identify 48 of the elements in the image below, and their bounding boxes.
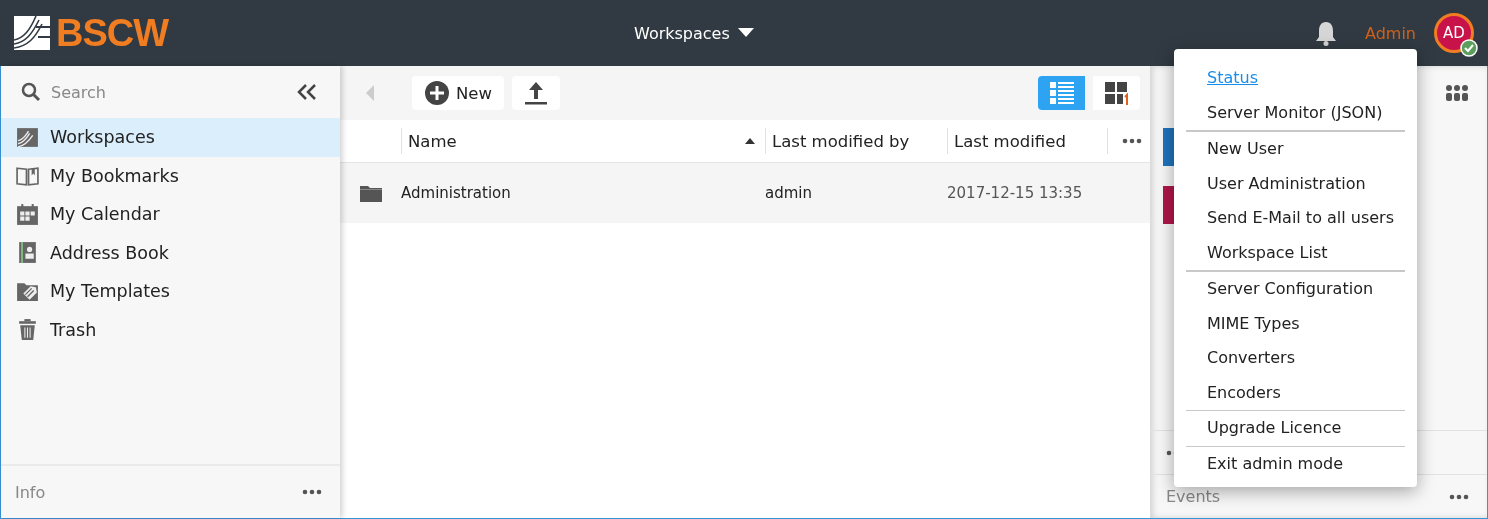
sort-icon [745, 138, 755, 144]
list-icon [1048, 81, 1075, 105]
people-icon[interactable] [1445, 83, 1469, 103]
sidebar-item[interactable]: My Bookmarks [1, 156, 340, 195]
menu-item[interactable]: Encoders [1186, 375, 1405, 410]
menu-item[interactable]: Send E-Mail to all users [1186, 201, 1405, 236]
more-icon[interactable] [1449, 493, 1469, 500]
grid-icon [1103, 81, 1130, 105]
menu-item[interactable]: Converters [1186, 341, 1405, 376]
logo-text[interactable]: BSCW [56, 11, 169, 55]
more-icon[interactable] [302, 489, 322, 495]
table-cell: admin [765, 184, 812, 202]
sidebar-item[interactable]: Workspaces [1, 118, 340, 157]
collapse-icon[interactable] [296, 83, 318, 101]
tile[interactable] [1163, 128, 1175, 166]
sidebar-item[interactable]: Trash [1, 310, 340, 349]
menu-item[interactable]: New User [1186, 132, 1405, 167]
list-view-button[interactable] [1038, 76, 1085, 110]
sidebar-item[interactable]: My Calendar [1, 195, 340, 234]
search-icon [21, 82, 41, 102]
more-icon[interactable] [1122, 138, 1142, 144]
sidebar-item[interactable]: Address Book [1, 233, 340, 272]
menu-item[interactable]: User Administration [1186, 166, 1405, 201]
menu-item[interactable]: MIME Types [1186, 306, 1405, 341]
upload-button[interactable] [512, 76, 560, 110]
tile[interactable] [1163, 186, 1175, 224]
folder-icon [358, 183, 383, 203]
menu-item[interactable]: Server Configuration [1186, 272, 1405, 307]
logo-icon [14, 14, 52, 52]
caret-icon [737, 28, 754, 38]
sidebar-item[interactable]: My Templates [1, 272, 340, 311]
menu-item[interactable]: Workspace List [1186, 235, 1405, 270]
bell-icon[interactable] [1315, 20, 1337, 46]
table-cell: 2017-12-15 13:35 [947, 184, 1083, 202]
plus-icon [424, 80, 450, 106]
table-cell[interactable]: Administration [401, 184, 511, 202]
menu-item[interactable]: Server Monitor (JSON) [1186, 95, 1405, 130]
grid-view-button[interactable] [1093, 76, 1140, 110]
upload-icon [524, 80, 548, 106]
new-button[interactable]: New [412, 76, 504, 110]
menu-item[interactable]: Upgrade Licence [1186, 411, 1405, 446]
menu-item[interactable]: Exit admin mode [1186, 446, 1405, 481]
column-header[interactable]: Name [401, 128, 765, 154]
calendar-icon [15, 201, 40, 227]
column-header[interactable]: Last modified [947, 128, 1107, 154]
search-field[interactable]: Search [49, 81, 288, 103]
workspaces-menu[interactable]: Workspaces [634, 23, 754, 43]
column-header[interactable]: Last modified by [765, 128, 947, 154]
